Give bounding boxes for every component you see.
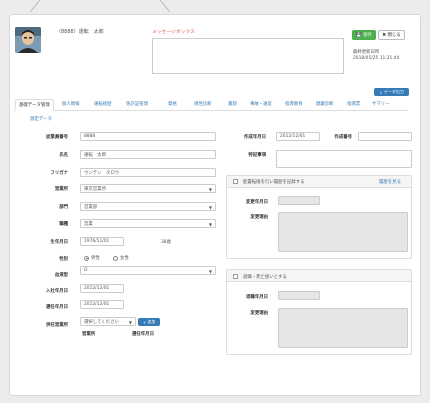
- tab-personal-info[interactable]: 個人情報: [62, 101, 80, 107]
- chevron-down-icon: ▼: [208, 187, 212, 192]
- tab-guidance-sheet[interactable]: 指導票: [347, 101, 360, 107]
- concurrent-label: 併任営業所: [46, 323, 68, 328]
- add-office-label: 追加: [147, 319, 156, 324]
- tab-driving-history[interactable]: 運転経歴: [94, 101, 112, 107]
- job-select-value: 営業: [84, 221, 93, 227]
- name-label: 氏名: [59, 153, 68, 158]
- tab-health-check[interactable]: 健康診断: [316, 101, 334, 107]
- gender-male-label: 男性: [91, 256, 100, 261]
- radio-icon: [84, 255, 89, 261]
- dept-label: 部門: [59, 205, 68, 210]
- retire-checkbox-label: 退職・死亡扱いとする: [243, 275, 287, 280]
- concurrent-office-select[interactable]: 選択してください ▼: [80, 317, 136, 326]
- message-box-title: メッセージボックス: [152, 30, 195, 35]
- tab-summary[interactable]: サマリー: [372, 101, 390, 107]
- chevron-down-icon: ▼: [208, 205, 212, 210]
- tab-basic-data[interactable]: 基礎データ管理: [15, 99, 54, 111]
- data-export-label: データ出力: [383, 89, 404, 94]
- retire-reason-textarea[interactable]: [278, 308, 408, 348]
- tab-measurement[interactable]: 測定データ: [30, 116, 52, 122]
- change-reason-textarea[interactable]: [278, 212, 408, 252]
- age-value: 38歳: [161, 240, 171, 245]
- blood-select-value: O: [84, 268, 88, 273]
- appoint-label: 選任年月日: [46, 305, 68, 310]
- plus-icon: +: [142, 319, 146, 325]
- add-office-button[interactable]: + 追加: [138, 318, 160, 326]
- tab-rewards[interactable]: 賞罰: [228, 101, 237, 107]
- close-icon: ✖: [382, 32, 386, 38]
- chevron-down-icon: ▼: [128, 320, 132, 325]
- special-textarea[interactable]: [276, 150, 412, 168]
- created-input[interactable]: 2012/12/01: [276, 132, 320, 141]
- change-reason-label: 変更理由: [250, 215, 268, 220]
- view-history-link[interactable]: 履歴を見る: [379, 179, 401, 185]
- job-label: 職種: [59, 222, 68, 227]
- gender-label: 性別: [59, 257, 68, 262]
- employee-no-input[interactable]: 8888: [80, 132, 216, 141]
- col-office-header: 営業所: [82, 332, 96, 337]
- retire-date-label: 退職年月日: [246, 295, 268, 300]
- top-bar-notch: [30, 0, 170, 12]
- chevron-down-icon: ▼: [208, 222, 212, 227]
- radio-icon: [113, 255, 118, 261]
- retire-checkbox[interactable]: [233, 274, 238, 279]
- data-export-button[interactable]: ⇩ データ出力: [374, 88, 409, 96]
- kana-label: フリガナ: [50, 171, 68, 176]
- transfer-checkbox[interactable]: [233, 179, 238, 184]
- kana-input[interactable]: ウンテン タロウ: [80, 168, 216, 177]
- office-select[interactable]: 東京営業所 ▼: [80, 184, 216, 193]
- birth-input[interactable]: 1976/11/01: [80, 237, 124, 246]
- created-no-input[interactable]: [358, 132, 412, 141]
- tab-qualification[interactable]: 資格: [168, 101, 177, 107]
- save-icon: 💾: [356, 32, 362, 38]
- change-date-label: 変更年月日: [246, 200, 268, 205]
- concurrent-select-value: 選択してください: [84, 319, 119, 325]
- hire-input[interactable]: 2012/12/01: [80, 284, 124, 293]
- save-button[interactable]: 💾 保存: [352, 30, 376, 40]
- chevron-down-icon: ▼: [208, 269, 212, 274]
- hire-label: 入社年月日: [46, 289, 68, 294]
- birth-label: 生年月日: [50, 240, 68, 245]
- employee-heading: （8888）運転 太郎: [56, 29, 104, 35]
- employee-avatar: [15, 27, 41, 53]
- appoint-input[interactable]: 2012/12/01: [80, 300, 124, 309]
- retire-date-input[interactable]: [278, 291, 320, 300]
- office-label: 営業所: [54, 187, 68, 192]
- created-no-label: 作成番号: [334, 135, 352, 140]
- close-button-label: 閉じる: [387, 33, 401, 38]
- dept-select-value: 営業部: [84, 204, 98, 210]
- office-select-value: 東京営業所: [84, 186, 106, 192]
- job-select[interactable]: 営業 ▼: [80, 219, 216, 228]
- tab-guidance[interactable]: 指導教育: [285, 101, 303, 107]
- gender-female-radio[interactable]: 女性: [113, 255, 129, 261]
- tab-accidents[interactable]: 事故・違反: [250, 101, 272, 107]
- tab-divider: [14, 110, 408, 111]
- export-icon: ⇩: [379, 89, 383, 95]
- transfer-checkbox-label: 配置転換を行い履歴を記録する: [243, 180, 305, 185]
- save-button-label: 保存: [363, 33, 372, 38]
- retire-reason-label: 変更理由: [250, 311, 268, 316]
- special-label: 特記事項: [248, 153, 266, 158]
- employee-no-label: 従業員番号: [46, 135, 68, 140]
- gender-female-label: 女性: [120, 256, 129, 261]
- blood-select[interactable]: O ▼: [80, 266, 216, 275]
- created-label: 作成年月日: [244, 135, 266, 140]
- last-updated-value: 2018/05/25 11:21:44: [353, 56, 400, 61]
- blood-label: 血液型: [54, 273, 68, 278]
- col-appoint-header: 選任年月日: [132, 332, 154, 337]
- gender-male-radio[interactable]: 男性: [84, 255, 100, 261]
- close-button[interactable]: ✖ 閉じる: [378, 30, 405, 40]
- tab-aptitude[interactable]: 適性診断: [194, 101, 212, 107]
- tab-license[interactable]: 免許証管理: [126, 101, 148, 107]
- last-updated-label: 最終更新日時: [353, 50, 380, 55]
- name-input[interactable]: 運転 太郎: [80, 150, 216, 159]
- change-date-input[interactable]: [278, 196, 320, 205]
- dept-select[interactable]: 営業部 ▼: [80, 202, 216, 211]
- message-box[interactable]: [152, 38, 344, 74]
